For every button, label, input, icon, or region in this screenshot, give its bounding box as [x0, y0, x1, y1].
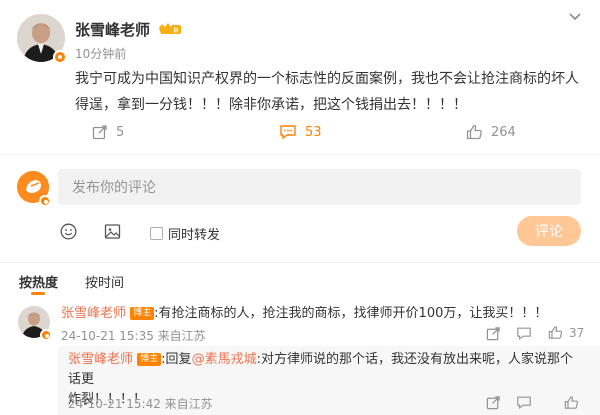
reply-repost-icon[interactable]	[486, 395, 501, 410]
repost-checkbox[interactable]: 同时转发	[150, 224, 220, 243]
checkbox-box[interactable]	[150, 227, 163, 240]
vip-badge-icon: II	[158, 21, 182, 36]
thumbs-up-icon	[564, 395, 579, 410]
comment-reply-icon[interactable]	[516, 326, 532, 341]
image-icon[interactable]	[104, 223, 121, 240]
post-time[interactable]: 10分钟前	[75, 45, 126, 62]
reply-meta: 24-10-21 15:42 来自江苏	[68, 397, 213, 411]
comment-button[interactable]: 53	[279, 124, 322, 140]
tab-by-time[interactable]: 按时间	[85, 272, 124, 291]
thumbs-up-icon	[466, 124, 483, 140]
comment-repost-icon[interactable]	[486, 326, 501, 341]
active-tab-underline	[31, 292, 45, 295]
thumbs-up-icon	[548, 325, 563, 340]
comment-icon	[279, 124, 297, 140]
reply-prefix: :回复	[161, 352, 192, 367]
author-badge: 博主	[137, 352, 162, 366]
tab-by-hot[interactable]: 按热度	[19, 272, 58, 291]
repost-button[interactable]: 5	[92, 124, 124, 140]
comment-like-button[interactable]: 37	[548, 325, 584, 340]
comment-meta: 24-10-21 15:35 来自江苏	[61, 329, 206, 343]
verified-icon	[53, 50, 67, 64]
author-badge: 博主	[130, 306, 155, 320]
post-author-name[interactable]: 张雪峰老师	[75, 19, 150, 40]
emoji-icon[interactable]	[60, 223, 77, 240]
comment-text: :有抢注商标的人，抢注我的商标，找律师开价100万，让我买！！！	[154, 306, 548, 321]
comment-input-placeholder: 发布你的评论	[72, 180, 156, 196]
repost-checkbox-label: 同时转发	[168, 228, 221, 243]
chevron-down-icon[interactable]	[568, 12, 582, 22]
repost-count: 5	[116, 124, 125, 140]
verified-icon	[40, 329, 52, 341]
post-text: 我宁可成为中国知识产权界的一个标志性的反面案例，我也不会让抢注商标的坏人 得逞，…	[75, 66, 585, 118]
comment-count: 53	[305, 124, 322, 140]
post-divider	[0, 154, 600, 155]
reply-author-name[interactable]: 张雪峰老师	[68, 352, 133, 367]
reply-reply-icon[interactable]	[516, 395, 532, 410]
svg-text:II: II	[173, 27, 178, 35]
comment-like-count: 37	[569, 325, 585, 340]
post-header-chevron[interactable]	[568, 12, 582, 22]
comment-author-name[interactable]: 张雪峰老师	[61, 306, 126, 321]
like-count: 264	[491, 124, 516, 140]
comment-input[interactable]: 发布你的评论	[58, 169, 581, 205]
composer-divider	[0, 262, 600, 263]
submit-comment-button[interactable]: 评论	[517, 216, 581, 246]
reply-like-button[interactable]	[564, 395, 579, 410]
reply-line: 张雪峰老师 博主:回复@素馬戎城:对方律师说的那个话，我还没有放出来呢，人家说那…	[68, 350, 578, 390]
post-text-line: 得逞，拿到一分钱！！！除非你承诺，把这个钱捐出去！！！！	[75, 97, 467, 113]
repost-icon	[92, 124, 108, 140]
reply-mention-link[interactable]: @素馬戎城	[192, 352, 257, 367]
like-button[interactable]: 264	[466, 124, 516, 140]
comment-body: 张雪峰老师 博主:有抢注商标的人，抢注我的商标，找律师开价100万，让我买！！！	[61, 304, 581, 324]
post-text-line: 我宁可成为中国知识产权界的一个标志性的反面案例，我也不会让抢注商标的坏人	[75, 71, 579, 87]
verified-icon	[39, 195, 51, 207]
